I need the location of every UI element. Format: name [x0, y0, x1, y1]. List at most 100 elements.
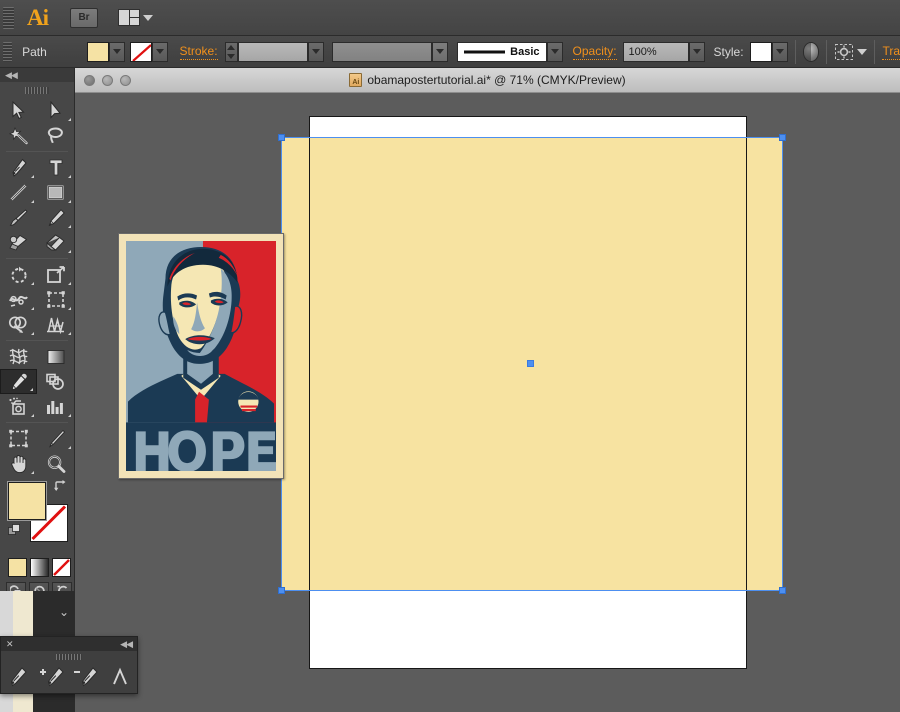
artboard-tool[interactable] — [0, 426, 37, 451]
fill-swatch[interactable] — [86, 41, 109, 62]
stroke-swatch-none[interactable] — [129, 41, 152, 62]
none-swatch-button[interactable] — [52, 558, 71, 577]
control-separator — [794, 39, 796, 64]
add-anchor-point-tool[interactable] — [37, 663, 67, 691]
stroke-profile-control[interactable] — [331, 41, 448, 62]
graphic-style-swatch[interactable] — [749, 41, 772, 62]
lasso-tool[interactable] — [37, 123, 74, 148]
transparency-sphere-icon[interactable] — [802, 41, 820, 62]
delete-anchor-point-tool[interactable] — [71, 663, 101, 691]
stroke-weight-field[interactable] — [237, 41, 308, 62]
fill-swatch-dropdown[interactable] — [108, 41, 125, 62]
obama-hope-poster[interactable] — [118, 233, 284, 479]
zoom-window-button[interactable] — [120, 74, 131, 86]
close-window-button[interactable] — [84, 74, 95, 86]
document-window: Ai obamapostertutorial.ai* @ 71% (CMYK/P… — [75, 68, 900, 712]
brush-definition-control[interactable]: Basic — [456, 41, 563, 62]
window-controls[interactable] — [84, 74, 131, 86]
scale-tool[interactable] — [37, 262, 74, 287]
select-similar-objects-button[interactable] — [834, 43, 868, 61]
eyedropper-tool[interactable] — [0, 369, 37, 394]
eraser-tool[interactable] — [37, 230, 74, 255]
stroke-weight-control[interactable] — [224, 41, 324, 62]
color-swatch-button[interactable] — [8, 558, 27, 577]
stroke-profile-field[interactable] — [331, 41, 432, 62]
workspace-switcher-button[interactable] — [118, 9, 153, 26]
go-to-bridge-button[interactable]: Br — [70, 7, 98, 28]
tools-panel-gripper[interactable] — [0, 82, 74, 98]
close-icon[interactable]: ✕ — [6, 639, 14, 649]
pen-tool[interactable] — [3, 663, 33, 691]
gradient-swatch-button[interactable] — [30, 558, 49, 577]
magic-wand-tool[interactable] — [0, 123, 37, 148]
tools-panel-header[interactable]: ◀◀ — [0, 68, 74, 82]
opacity-label[interactable]: Opacity: — [572, 44, 617, 60]
mesh-tool[interactable] — [0, 344, 37, 369]
pencil-icon — [48, 208, 65, 226]
fill-proxy-swatch[interactable] — [8, 482, 46, 520]
rectangle-tool[interactable] — [37, 180, 74, 205]
perspective-grid-icon — [47, 317, 64, 334]
rectangle-icon — [47, 185, 64, 200]
swap-fill-stroke-icon[interactable] — [53, 479, 67, 493]
stroke-swatch-dropdown[interactable] — [151, 41, 168, 62]
pen-panel-header[interactable]: ✕ ◀◀ — [1, 637, 137, 651]
perspective-grid-tool[interactable] — [37, 312, 74, 337]
chevron-down-icon[interactable]: ⌄ — [59, 605, 69, 619]
opacity-control[interactable]: 100% — [622, 41, 705, 62]
opacity-dropdown[interactable] — [688, 41, 705, 62]
graphic-style-dropdown[interactable] — [771, 41, 788, 62]
artboard-canvas[interactable] — [75, 93, 900, 712]
stroke-weight-label[interactable]: Stroke: — [179, 44, 218, 60]
opacity-field[interactable]: 100% — [622, 41, 689, 62]
line-segment-tool[interactable] — [0, 180, 37, 205]
convert-anchor-point-tool[interactable] — [105, 663, 135, 691]
symbol-sprayer-tool[interactable] — [0, 394, 37, 419]
slice-tool[interactable] — [37, 426, 74, 451]
column-graph-tool[interactable] — [37, 394, 74, 419]
control-panel-gripper[interactable] — [3, 41, 13, 62]
brush-definition-field[interactable]: Basic — [456, 41, 547, 62]
pen-tool-floating-panel[interactable]: ✕ ◀◀ — [0, 636, 138, 694]
appbar-gripper[interactable] — [3, 6, 14, 29]
gradient-tool[interactable] — [37, 344, 74, 369]
free-transform-tool[interactable] — [37, 287, 74, 312]
select-similar-icon — [835, 43, 854, 60]
magic-wand-icon — [8, 126, 28, 145]
tools-group-selection — [0, 98, 74, 148]
pen-tool[interactable] — [0, 155, 37, 180]
warp-icon — [9, 295, 28, 307]
width-warp-tool[interactable] — [0, 287, 37, 312]
document-titlebar[interactable]: Ai obamapostertutorial.ai* @ 71% (CMYK/P… — [75, 68, 900, 93]
collapse-panel-icon[interactable]: ◀◀ — [5, 70, 18, 80]
direct-selection-tool[interactable] — [37, 98, 74, 123]
stroke-weight-dropdown[interactable] — [307, 41, 324, 62]
default-fill-stroke-icon[interactable] — [8, 524, 21, 537]
selection-tool[interactable] — [0, 98, 37, 123]
blend-tool[interactable] — [37, 369, 74, 394]
hand-tool[interactable] — [0, 451, 37, 476]
collapse-panel-icon[interactable]: ◀◀ — [120, 639, 133, 649]
left-edge-highlight — [0, 591, 33, 633]
convert-anchor-icon — [113, 667, 127, 685]
brush-definition-dropdown[interactable] — [546, 41, 563, 62]
stroke-weight-stepper[interactable] — [224, 41, 238, 62]
tools-divider — [6, 258, 68, 259]
pen-panel-gripper[interactable] — [1, 651, 137, 662]
zoom-tool[interactable] — [37, 451, 74, 476]
minimize-window-button[interactable] — [102, 74, 113, 86]
transform-panel-link[interactable]: Tra — [882, 44, 900, 60]
paintbrush-tool[interactable] — [0, 205, 37, 230]
rotate-tool[interactable] — [0, 262, 37, 287]
fill-color-control[interactable] — [86, 41, 125, 62]
type-tool[interactable] — [37, 155, 74, 180]
shape-builder-tool[interactable] — [0, 312, 37, 337]
blob-brush-tool[interactable] — [0, 230, 37, 255]
stroke-color-control[interactable] — [129, 41, 168, 62]
pencil-tool[interactable] — [37, 205, 74, 230]
tools-group-navigation — [0, 426, 74, 476]
blob-brush-icon — [9, 234, 28, 251]
stroke-profile-dropdown[interactable] — [431, 41, 448, 62]
tools-divider — [6, 422, 68, 423]
graphic-style-control[interactable] — [749, 41, 788, 62]
